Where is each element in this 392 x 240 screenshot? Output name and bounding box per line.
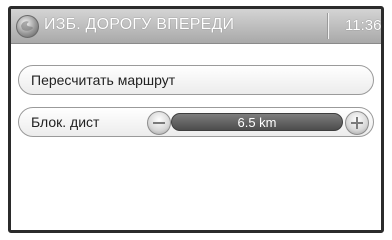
block-distance-row: Блок. дист 6.5 km xyxy=(18,107,374,137)
page-title: ИЗБ. ДОРОГУ ВПЕРЕДИ xyxy=(44,16,235,33)
title-bar: ИЗБ. ДОРОГУ ВПЕРЕДИ 11:36 xyxy=(11,9,381,44)
block-distance-value: 6.5 km xyxy=(237,115,277,130)
block-distance-value-field: 6.5 km xyxy=(171,113,343,131)
increase-distance-button[interactable] xyxy=(345,111,369,135)
screen-frame: ИЗБ. ДОРОГУ ВПЕРЕДИ 11:36 Пересчитать ма… xyxy=(8,6,384,233)
decrease-distance-button[interactable] xyxy=(147,111,171,135)
recalculate-route-button[interactable]: Пересчитать маршрут xyxy=(18,65,374,95)
globe-icon[interactable] xyxy=(16,15,39,38)
title-divider xyxy=(328,13,329,39)
block-distance-label: Блок. дист xyxy=(31,114,100,130)
clock: 11:36 xyxy=(345,17,382,34)
recalculate-route-label: Пересчитать маршрут xyxy=(31,72,176,88)
plus-icon-vertical xyxy=(356,117,358,129)
minus-icon xyxy=(153,122,165,124)
